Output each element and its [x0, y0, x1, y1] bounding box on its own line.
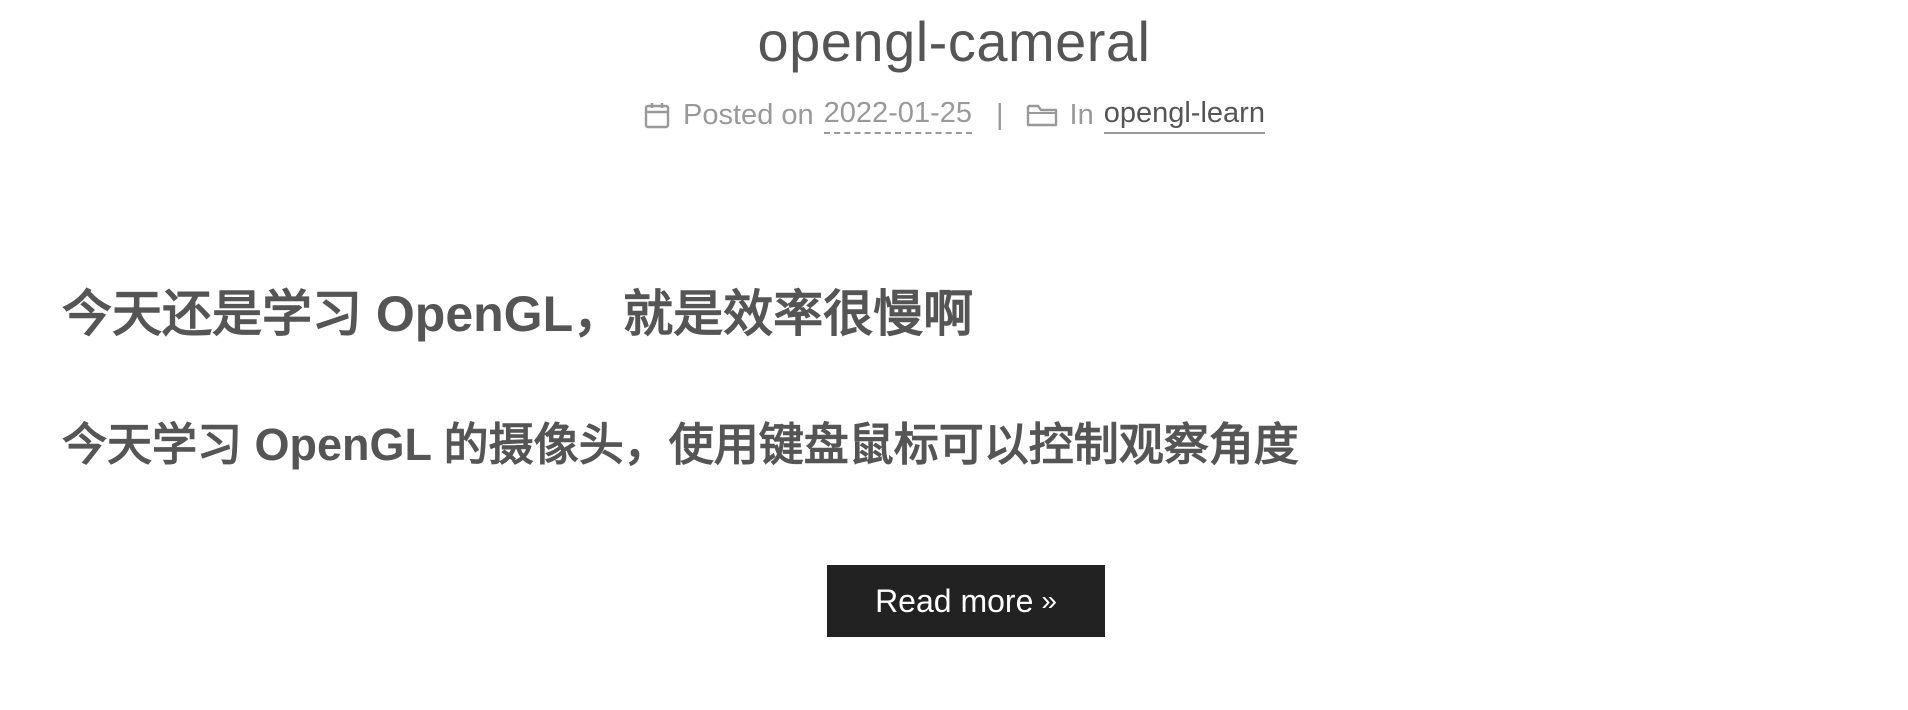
excerpt-heading-2: 今天学习 OpenGL 的摄像头，使用键盘鼠标可以控制观察角度	[62, 419, 1299, 470]
posted-on-label: Posted on	[683, 98, 814, 131]
post: opengl-cameral Posted on 2022-01-25 | In…	[0, 0, 1908, 710]
post-meta: Posted on 2022-01-25 | In opengl-learn	[0, 92, 1908, 138]
post-title[interactable]: opengl-cameral	[0, 8, 1908, 76]
in-label: In	[1069, 98, 1094, 131]
meta-divider: |	[995, 98, 1004, 131]
category-link[interactable]: opengl-learn	[1103, 97, 1265, 134]
post-date-link[interactable]: 2022-01-25	[823, 97, 972, 134]
read-more-label: Read more	[875, 582, 1034, 619]
folder-icon	[1026, 102, 1058, 128]
calendar-icon	[643, 101, 671, 129]
excerpt-heading-1: 今天还是学习 OpenGL，就是效率很慢啊	[62, 286, 974, 342]
read-more-button[interactable]: Read more »	[827, 565, 1105, 637]
double-chevron-right-icon: »	[1041, 585, 1057, 616]
